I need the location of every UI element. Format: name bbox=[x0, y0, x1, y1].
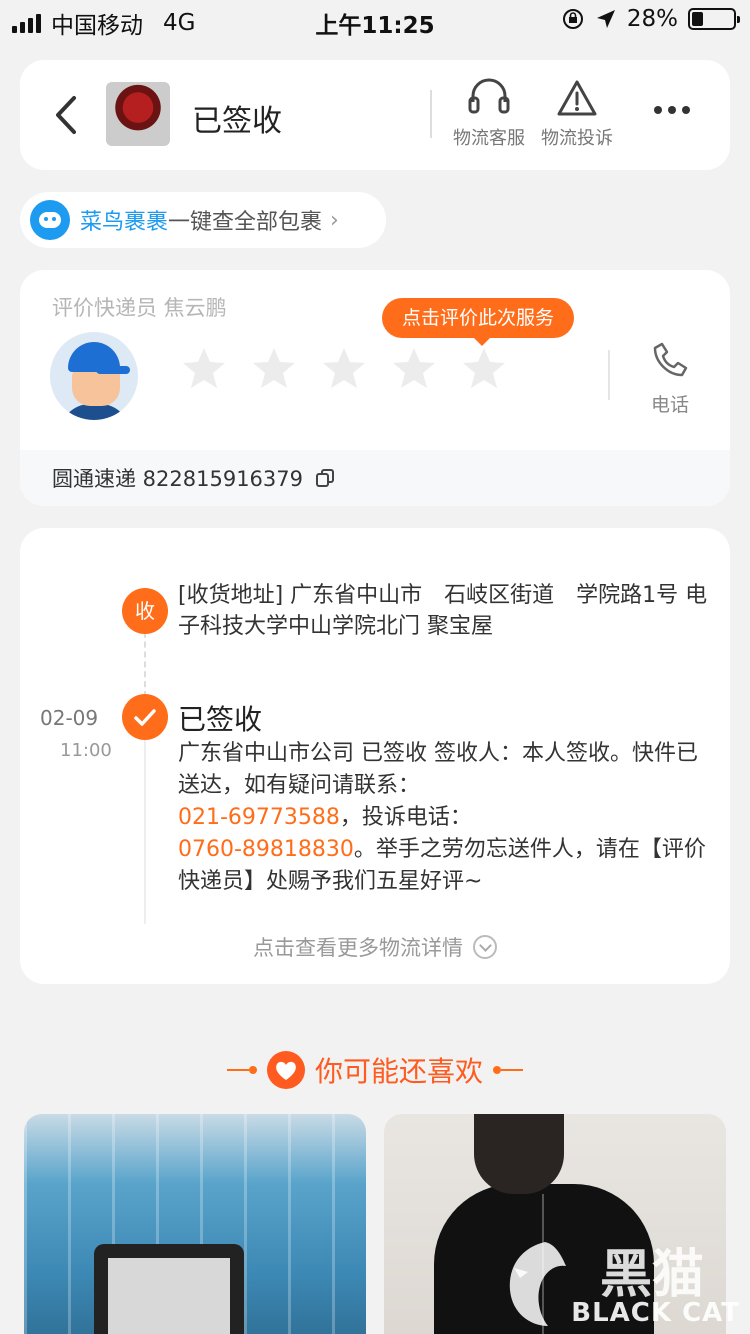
delivery-address: [收货地址] 广东省中山市 石岐区街道 学院路1号 电子科技大学中山学院北门 聚… bbox=[178, 583, 708, 639]
logistics-complaint-button[interactable]: 物流投诉 bbox=[532, 78, 622, 150]
logistics-service-label: 物流客服 bbox=[453, 128, 525, 149]
watermark-small-text: BLACK CAT bbox=[571, 1298, 740, 1328]
heart-icon bbox=[266, 1051, 305, 1089]
cainiao-text: 一键查全部包裹 bbox=[168, 210, 323, 235]
contact-phone-link[interactable]: 021-69773588 bbox=[178, 805, 340, 830]
logistics-complaint-label: 物流投诉 bbox=[541, 128, 613, 149]
battery-percent: 28% bbox=[626, 6, 678, 32]
more-options-button[interactable] bbox=[654, 106, 690, 114]
recommend-header: 你可能还喜欢 bbox=[0, 1050, 750, 1090]
star-icon[interactable] bbox=[460, 345, 508, 393]
phone-label: 电话 bbox=[650, 394, 689, 416]
status-right: 28% bbox=[561, 6, 740, 32]
more-logistics-link[interactable]: 点击查看更多物流详情 bbox=[20, 932, 730, 962]
status-bar: 中国移动 4G 上午11:25 28% bbox=[0, 0, 750, 40]
warning-icon bbox=[557, 80, 597, 116]
signed-title: 已签收 bbox=[178, 703, 263, 736]
header-divider bbox=[430, 90, 432, 138]
product-thumbnail[interactable] bbox=[106, 82, 170, 146]
check-icon bbox=[134, 709, 156, 726]
more-logistics-label: 点击查看更多物流详情 bbox=[253, 936, 463, 960]
star-icon[interactable] bbox=[250, 345, 298, 393]
recommend-title: 你可能还喜欢 bbox=[314, 1055, 483, 1088]
headset-icon bbox=[468, 78, 510, 114]
location-arrow-icon bbox=[596, 10, 615, 28]
receive-badge: 收 bbox=[122, 588, 168, 634]
rating-stars bbox=[180, 345, 508, 393]
logistics-service-button[interactable]: 物流客服 bbox=[444, 78, 534, 150]
blackcat-watermark: 黑猫 BLACK CAT bbox=[500, 1232, 750, 1332]
right-decoration bbox=[493, 1066, 523, 1074]
star-icon[interactable] bbox=[180, 345, 228, 393]
product-card-kindle[interactable] bbox=[24, 1114, 366, 1334]
cainiao-logo-icon bbox=[30, 200, 70, 240]
signed-check-badge bbox=[122, 694, 168, 740]
event-time: 11:00 bbox=[60, 740, 112, 761]
watermark-big-text: 黑猫 bbox=[600, 1245, 705, 1305]
courier-card: 评价快递员 焦云鹏 点击评价此次服务 电话 圆通速递 822815916379 bbox=[20, 270, 730, 506]
copy-icon[interactable] bbox=[315, 468, 335, 488]
header-card: 已签收 物流客服 物流投诉 bbox=[20, 60, 730, 170]
timeline-card: 收 [收货地址] 广东省中山市 石岐区街道 学院路1号 电子科技大学中山学院北门… bbox=[20, 528, 730, 984]
desc-part-1: 广东省中山市公司 已签收 签收人：本人签收。快件已送达，如有疑问请联系： bbox=[178, 741, 698, 798]
rotation-lock-icon bbox=[562, 9, 583, 29]
product-image-kindle bbox=[94, 1244, 244, 1334]
cainiao-link[interactable]: 菜鸟裹裹 一键查全部包裹 › bbox=[20, 192, 386, 248]
courier-label: 评价快递员 焦云鹏 bbox=[52, 296, 227, 320]
cainiao-brand: 菜鸟裹裹 bbox=[80, 210, 169, 235]
battery-fill bbox=[692, 12, 704, 26]
timeline-line-lower bbox=[144, 738, 146, 924]
chevron-left-icon bbox=[56, 96, 76, 134]
star-icon[interactable] bbox=[390, 345, 438, 393]
chevron-down-circle-icon bbox=[473, 935, 497, 959]
more-dot-icon bbox=[668, 106, 676, 114]
courier-divider bbox=[608, 350, 610, 400]
complaint-phone-link[interactable]: 0760-89818830 bbox=[178, 837, 354, 862]
tracking-number: 圆通速递 822815916379 bbox=[52, 467, 304, 491]
battery-icon bbox=[688, 8, 740, 30]
page-title: 已签收 bbox=[192, 104, 282, 139]
star-icon[interactable] bbox=[320, 345, 368, 393]
rate-service-tip[interactable]: 点击评价此次服务 bbox=[382, 298, 575, 346]
left-decoration bbox=[226, 1066, 257, 1074]
back-button[interactable] bbox=[46, 90, 86, 140]
more-dot-icon bbox=[682, 106, 690, 114]
more-dot-icon bbox=[654, 106, 662, 114]
event-date: 02-09 bbox=[40, 706, 99, 730]
phone-button[interactable]: 电话 bbox=[640, 340, 700, 417]
tracking-row: 圆通速递 822815916379 bbox=[20, 450, 730, 506]
chevron-right-icon: › bbox=[330, 207, 339, 233]
signed-description: 广东省中山市公司 已签收 签收人：本人签收。快件已送达，如有疑问请联系： 021… bbox=[178, 738, 713, 898]
desc-part-2: ，投诉电话： bbox=[339, 805, 472, 830]
courier-avatar bbox=[50, 332, 138, 420]
phone-icon bbox=[653, 342, 688, 377]
